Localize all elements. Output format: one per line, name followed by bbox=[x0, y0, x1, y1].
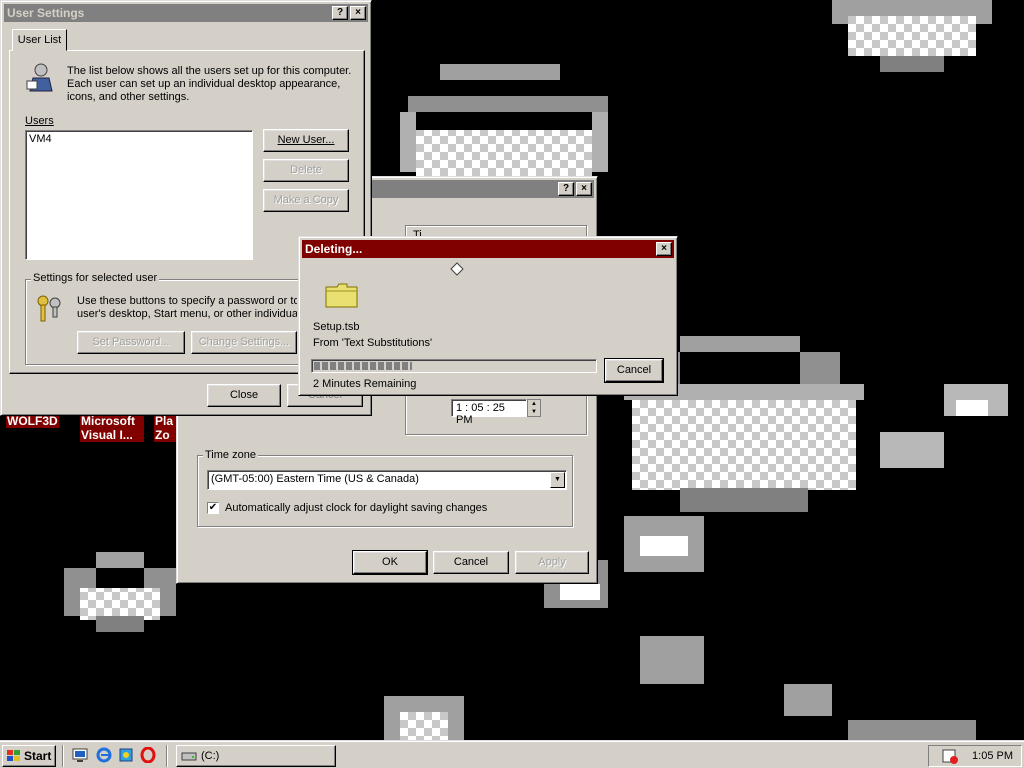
help-button[interactable]: ? bbox=[332, 6, 348, 20]
time-spin-buttons[interactable]: ▲ ▼ bbox=[527, 399, 541, 417]
window-title: Deleting... bbox=[305, 242, 363, 256]
pixel-basket-topright bbox=[832, 0, 992, 72]
system-tray: 1:05 PM bbox=[928, 745, 1022, 767]
set-password-button[interactable]: Set Password... bbox=[77, 331, 185, 354]
show-desktop-icon[interactable] bbox=[72, 747, 88, 763]
dst-checkbox[interactable]: ✔ bbox=[207, 502, 219, 514]
dst-checkbox-label: Automatically adjust clock for daylight … bbox=[225, 502, 488, 514]
window-title: User Settings bbox=[7, 6, 85, 20]
taskbar: Start (C:) 1:05 PM bbox=[0, 740, 1024, 768]
intro-text: icons, and other settings. bbox=[67, 91, 190, 103]
timezone-value: (GMT-05:00) Eastern Time (US & Canada) bbox=[211, 473, 419, 485]
apply-button[interactable]: Apply bbox=[515, 551, 589, 574]
cancel-button[interactable]: Cancel bbox=[433, 551, 509, 574]
clock[interactable]: 1:05 PM bbox=[972, 750, 1013, 762]
ok-button[interactable]: OK bbox=[352, 550, 428, 575]
scheduler-icon[interactable] bbox=[942, 748, 959, 764]
from-text: From 'Text Substitutions' bbox=[313, 337, 433, 349]
settings-text: Use these buttons to specify a password … bbox=[77, 295, 297, 307]
chevron-down-icon[interactable]: ▼ bbox=[550, 472, 565, 488]
channels-icon[interactable] bbox=[118, 747, 134, 763]
deleting-titlebar: Deleting... × bbox=[302, 240, 674, 258]
help-button[interactable]: ? bbox=[558, 182, 574, 196]
users-label: Users bbox=[25, 115, 54, 127]
start-button[interactable]: Start bbox=[2, 745, 56, 767]
pixel-blob bbox=[640, 636, 704, 684]
change-settings-button[interactable]: Change Settings... bbox=[191, 331, 297, 354]
desktop-icon-label: Zo bbox=[155, 428, 170, 442]
tab-label: User List bbox=[17, 34, 62, 46]
users-icon bbox=[26, 63, 53, 92]
settings-text: user's desktop, Start menu, or other ind… bbox=[77, 308, 297, 320]
tab-user-list[interactable]: User List bbox=[12, 29, 67, 51]
flying-paper-icon bbox=[450, 262, 464, 276]
delete-button[interactable]: Delete bbox=[263, 159, 349, 182]
folder-icon bbox=[325, 283, 358, 308]
cancel-delete-button[interactable]: Cancel bbox=[604, 358, 664, 383]
pixel-blob bbox=[848, 720, 976, 740]
pixel-blob bbox=[880, 432, 944, 468]
desktop-icon-label: WOLF3D bbox=[7, 414, 58, 428]
close-dialog-button[interactable]: Close bbox=[207, 384, 281, 407]
drive-icon bbox=[181, 752, 197, 761]
deleting-dialog: Deleting... × Setup.tsb From 'Text Subst… bbox=[298, 236, 678, 396]
intro-text: Each user can set up an individual deskt… bbox=[67, 78, 341, 90]
desktop-icon-label: Visual I... bbox=[81, 428, 133, 442]
start-label: Start bbox=[24, 749, 52, 763]
time-spinner[interactable]: 1 : 05 : 25 PM bbox=[451, 399, 527, 426]
timezone-label: Time zone bbox=[203, 449, 258, 461]
close-button[interactable]: × bbox=[350, 6, 366, 20]
remaining-text: 2 Minutes Remaining bbox=[313, 378, 417, 390]
users-listbox[interactable]: VM4 bbox=[25, 130, 253, 260]
pixel-basket-center bbox=[400, 64, 608, 180]
desktop-icon-visual-interdev[interactable]: Microsoft Visual I... bbox=[80, 414, 144, 442]
keys-icon bbox=[37, 295, 61, 322]
selected-user-group-label: Settings for selected user bbox=[31, 272, 160, 284]
windows-logo-icon bbox=[7, 750, 20, 761]
taskbar-separator bbox=[166, 745, 168, 767]
desktop-icon-wolf3d[interactable]: WOLF3D bbox=[6, 414, 59, 428]
ie-icon[interactable] bbox=[96, 747, 112, 763]
close-button[interactable]: × bbox=[576, 182, 592, 196]
pixel-blob bbox=[784, 684, 832, 716]
button-label: New User... bbox=[277, 134, 335, 146]
desktop-icon-label: Pla bbox=[155, 414, 174, 428]
taskbar-separator bbox=[62, 745, 64, 767]
make-copy-button[interactable]: Make a Copy bbox=[263, 189, 349, 212]
new-user-button[interactable]: New User... bbox=[263, 129, 349, 152]
desktop-icon-label: Microsoft bbox=[81, 414, 135, 428]
timezone-select[interactable]: (GMT-05:00) Eastern Time (US & Canada) ▼ bbox=[207, 470, 567, 490]
user-settings-titlebar: User Settings ? × bbox=[4, 4, 368, 22]
progress-bar bbox=[311, 359, 597, 373]
progress-fill bbox=[314, 362, 412, 370]
taskbar-item-drive-c[interactable]: (C:) bbox=[176, 745, 336, 767]
close-button[interactable]: × bbox=[656, 242, 672, 256]
list-item[interactable]: VM4 bbox=[29, 133, 249, 145]
timezone-group bbox=[197, 455, 573, 527]
pixel-basket-bottomleft bbox=[64, 552, 176, 632]
file-name: Setup.tsb bbox=[313, 321, 360, 333]
desktop-icon-play-zone[interactable]: Pla Zo bbox=[154, 414, 178, 442]
taskbar-item-label: (C:) bbox=[201, 750, 220, 762]
intro-text: The list below shows all the users set u… bbox=[67, 65, 352, 77]
opera-icon[interactable] bbox=[140, 747, 156, 763]
